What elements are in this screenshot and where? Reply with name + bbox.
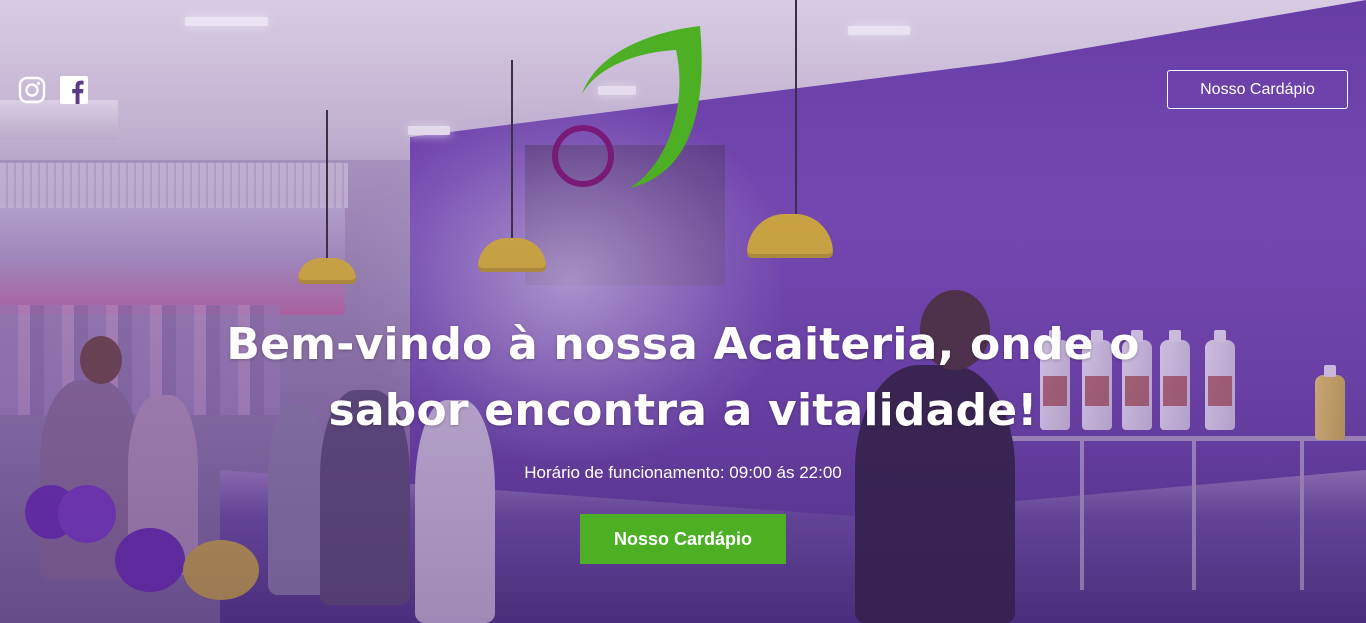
instagram-link[interactable]	[18, 76, 46, 104]
acai-leaf-logo	[552, 26, 702, 188]
menu-button-hero-label: Nosso Cardápio	[613, 528, 753, 549]
instagram-icon	[18, 76, 46, 104]
hero-headline-line2: sabor encontra a vitalidade!	[328, 385, 1038, 436]
hero-section: Nosso Cardápio Bem-vindo à nossa Acaiter…	[0, 0, 1366, 623]
menu-button-hero[interactable]: Nosso Cardápio	[580, 514, 786, 564]
social-links	[18, 76, 88, 104]
menu-button-header[interactable]: Nosso Cardápio	[1167, 70, 1348, 109]
facebook-icon	[60, 76, 88, 104]
facebook-link[interactable]	[60, 76, 88, 104]
hero-headline: Bem-vindo à nossa Acaiteria, onde o sabo…	[183, 312, 1183, 444]
hero-headline-line1: Bem-vindo à nossa Acaiteria, onde o	[226, 319, 1140, 370]
menu-button-header-label: Nosso Cardápio	[1200, 80, 1315, 98]
opening-hours: Horário de funcionamento: 09:00 ás 22:00	[524, 463, 842, 482]
